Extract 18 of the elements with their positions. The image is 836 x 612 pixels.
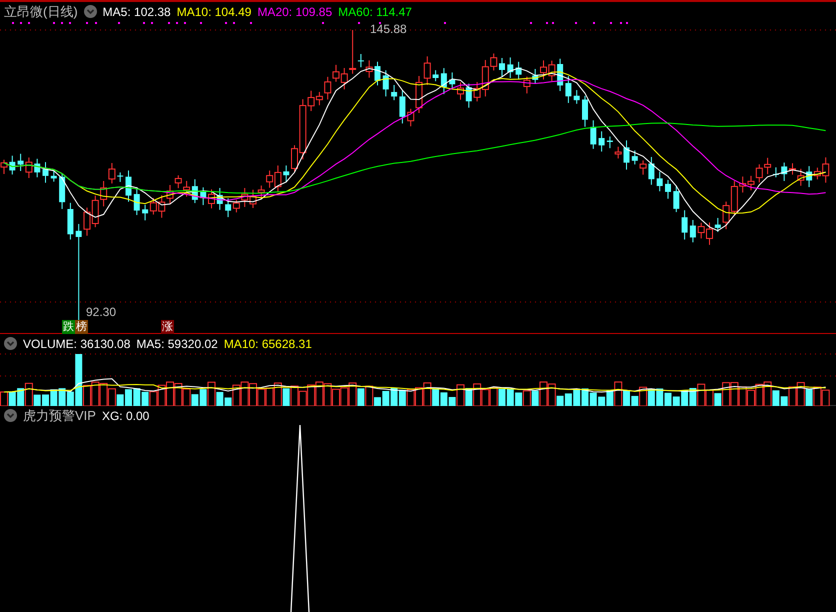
- indicator-value: MA60: 114.47: [338, 4, 412, 18]
- high-price-label: 145.88: [370, 22, 407, 36]
- indicator-value: MA10: 104.49: [176, 4, 252, 18]
- chevron-down-icon[interactable]: [4, 337, 17, 350]
- indicator-value: MA5: 59320.02: [136, 336, 218, 350]
- chevron-down-icon[interactable]: [4, 409, 17, 422]
- indicator-value: VOLUME: 36130.08: [23, 336, 130, 350]
- indicator-value: MA5: 102.38: [102, 4, 171, 18]
- signal-tag: 榜: [75, 320, 88, 334]
- indicator-value: XG: 0.00: [102, 408, 150, 422]
- low-price-label: 92.30: [86, 305, 116, 319]
- stock-title: 立昂微(日线): [4, 2, 78, 20]
- signal-tag: 跌: [62, 320, 75, 334]
- signal-tag: 涨: [161, 320, 174, 334]
- indicator-value: MA20: 109.85: [257, 4, 332, 18]
- indicator-value: MA10: 65628.31: [224, 336, 312, 350]
- indicator-title: 虎力预警VIP: [23, 406, 96, 424]
- chevron-down-icon[interactable]: [84, 5, 97, 18]
